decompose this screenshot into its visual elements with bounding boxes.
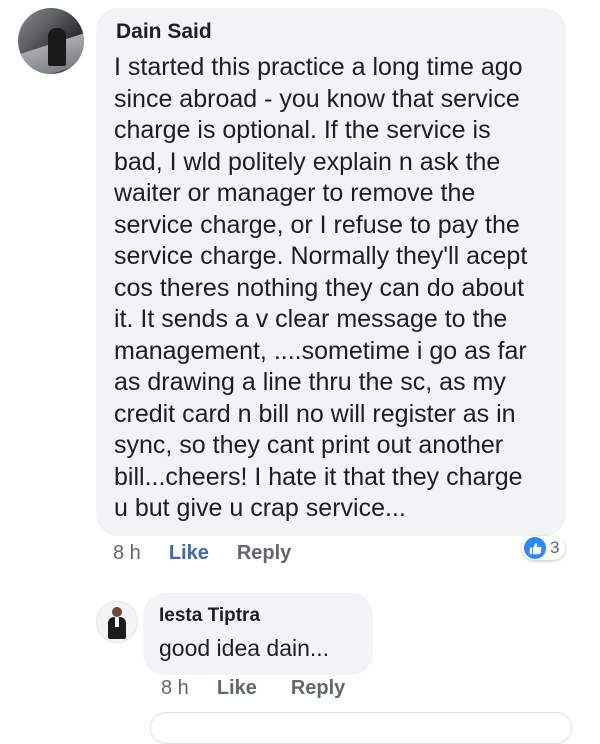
avatar[interactable] <box>18 8 84 74</box>
comment-author[interactable]: Iesta Tiptra <box>159 605 260 627</box>
avatar[interactable] <box>96 601 138 643</box>
avatar-photo-head <box>112 607 122 617</box>
reply-button[interactable]: Reply <box>237 542 291 565</box>
comment-actions: 8 h Like Reply <box>113 542 291 565</box>
comment-bubble: Dain Said I started this practice a long… <box>96 8 566 536</box>
comment-text: good idea dain... <box>159 635 330 661</box>
avatar-photo-shirt <box>115 617 119 627</box>
reaction-count-badge[interactable]: 3 <box>522 536 566 560</box>
reaction-count: 3 <box>550 538 560 557</box>
thumbs-up-icon <box>524 537 546 559</box>
comment-timestamp[interactable]: 8 h <box>113 542 141 565</box>
avatar-photo-figure <box>48 28 66 66</box>
like-button[interactable]: Like <box>217 677 257 700</box>
comment-bubble: Iesta Tiptra good idea dain... <box>143 593 373 675</box>
comment-actions: 8 h Like Reply <box>161 677 345 700</box>
reply-button[interactable]: Reply <box>291 677 345 700</box>
like-button[interactable]: Like <box>169 542 209 565</box>
comment-author[interactable]: Dain Said <box>116 20 212 44</box>
comment-text: I started this practice a long time ago … <box>114 53 528 522</box>
comment-timestamp[interactable]: 8 h <box>161 677 189 700</box>
next-comment-bubble <box>150 712 572 744</box>
